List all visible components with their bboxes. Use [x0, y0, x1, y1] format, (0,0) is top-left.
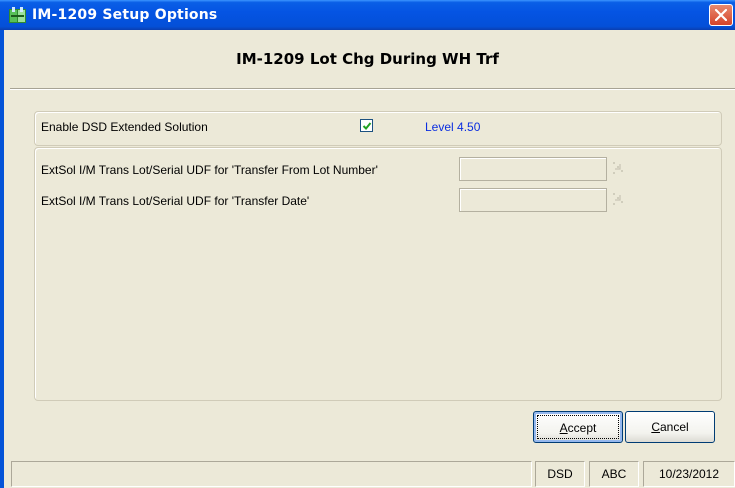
window-title: IM-1209 Setup Options: [32, 7, 218, 23]
header-divider: [10, 88, 735, 90]
status-bar-message: [11, 461, 532, 487]
close-button[interactable]: [709, 4, 733, 26]
status-date: 10/23/2012: [643, 461, 735, 487]
transfer-date-udf-field[interactable]: [459, 188, 607, 212]
lookup-icon[interactable]: [611, 191, 625, 207]
transfer-date-label: ExtSol I/M Trans Lot/Serial UDF for 'Tra…: [41, 194, 310, 208]
cancel-label-rest: ancel: [659, 420, 689, 434]
setup-options-window: IM-1209 Setup Options IM-1209 Lot Chg Du…: [0, 0, 735, 488]
status-company-code: DSD: [535, 461, 585, 487]
accept-button[interactable]: Accept: [533, 411, 623, 443]
transfer-lot-label: ExtSol I/M Trans Lot/Serial UDF for 'Tra…: [41, 163, 378, 177]
enable-checkbox[interactable]: [360, 119, 373, 132]
accept-hotkey: A: [559, 421, 568, 435]
cancel-hotkey: C: [651, 420, 660, 434]
enable-label: Enable DSD Extended Solution: [41, 120, 208, 134]
status-company-abbrev: ABC: [589, 461, 639, 487]
udf-panel: [34, 147, 722, 401]
lookup-icon[interactable]: [611, 160, 625, 176]
accept-button-label: Accept: [537, 415, 619, 439]
close-icon: [715, 9, 727, 21]
accept-label-rest: ccept: [567, 421, 597, 435]
transfer-lot-udf-field[interactable]: [459, 157, 607, 181]
window-border: [0, 30, 4, 488]
cancel-button-label: Cancel: [651, 420, 688, 434]
page-title: IM-1209 Lot Chg During WH Trf: [236, 50, 499, 68]
level-label: Level 4.50: [425, 120, 481, 134]
checkmark-icon: [362, 122, 372, 130]
app-icon: [9, 7, 26, 23]
cancel-button[interactable]: Cancel: [625, 411, 715, 443]
title-bar[interactable]: IM-1209 Setup Options: [0, 0, 735, 30]
